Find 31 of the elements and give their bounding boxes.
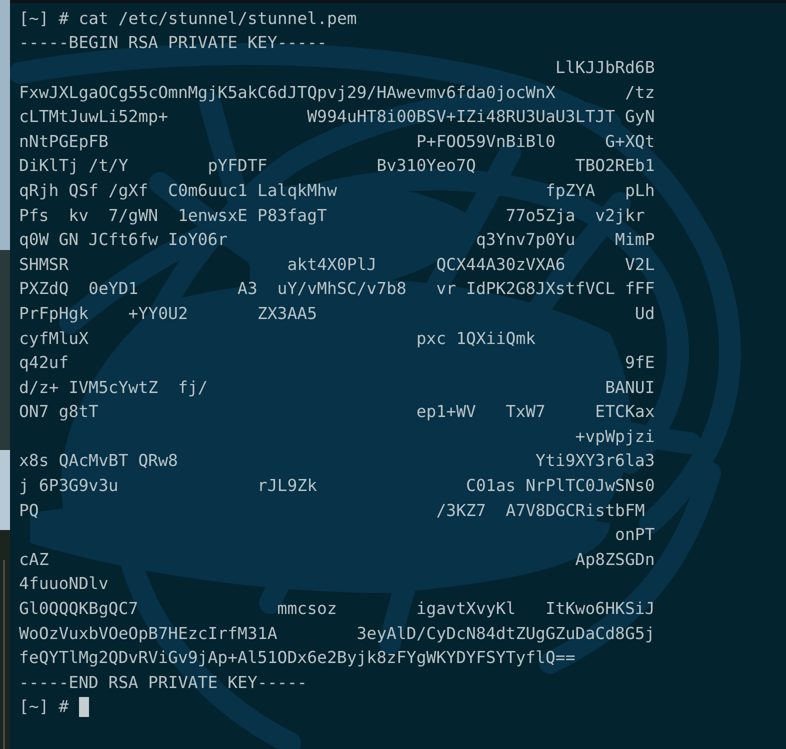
output-line: feQYTlMg2QDvRViGv9jAp+Al51ODx6e2Byjk8zFYgWKYDYFSYTyflQ== (19, 648, 576, 668)
output-line: FxwJXLgaOCg55cOmnMgjK5akC6dJTQpvj29/HAwevmv6fda0jocWnX /tz (19, 82, 655, 102)
output-line: SHMSR akt4X0PlJ QCX44A30zVXA6 V2L (19, 254, 655, 274)
output-line: cAZ Ap8ZSGDn (19, 550, 655, 569)
output-line: +vpWpjzi (574, 426, 655, 446)
output-line: onPT (614, 525, 655, 544)
output-line: nNtPGEpFB P+FOO59VnBiBl0 G+XQt (19, 132, 655, 151)
output-line: q42uf 9fE (19, 353, 655, 372)
output-line: PXZdQ 0eYD1 A3 uY/vMhSC/v7b8 vr IdPK2G8JXstfVCL fFF (19, 279, 655, 298)
output-line: LlKJJbRd6B (554, 58, 655, 77)
output-line: x8s QAcMvBT QRw8 Yti9XY3r6la3 (19, 451, 655, 470)
shell-prompt: [~] # (19, 8, 69, 28)
output-line: WoOzVuxbVOeOpB7HEzcIrfM31A 3eyAlD/CyDcN84dtZUgGZuDaCd8G5j (19, 624, 655, 643)
output-line: PrFpHgk +YY0U2 ZX3AA5 Ud (19, 304, 655, 323)
command-text: cat /etc/stunnel/stunnel.pem (78, 8, 357, 28)
cursor-icon (78, 696, 89, 717)
output-line: j 6P3G9v3u rJL9Zk C01as NrPlTC0JwSNs0 (19, 476, 655, 496)
output-line: d/z+ IVM5cYwtZ fj/ BANUI (19, 378, 655, 397)
output-line: ON7 g8tT ep1+WV TxW7 ETCKax (19, 402, 655, 422)
output-line: DiKlTj /t/Y pYFDTF Bv310Yeo7Q TBO2REb1 (19, 156, 655, 176)
output-line: qRjh QSf /gXf C0m6uuc1 LalqkMhw fpZYA pLh (19, 180, 655, 200)
output-line: cyfMluX pxc 1QXiiQmk (19, 328, 536, 348)
output-line: -----BEGIN RSA PRIVATE KEY----- (19, 33, 327, 52)
output-line: -----END RSA PRIVATE KEY----- (19, 672, 308, 692)
output-line: q0W GN JCft6fw IoY06r q3Ynv7p0Yu MimP (19, 230, 655, 250)
output-line: 4fuuoNDlv (19, 574, 108, 594)
shell-prompt: [~] # (19, 697, 69, 716)
output-line: Pfs kv 7/gWN 1enwsxE P83fagT 77o5Zja v2jkr (19, 206, 645, 225)
output-line: Gl0QQQKBgQC7 mmcsoz igavtXvyKl ItKwo6HKSiJ (19, 599, 655, 618)
output-line: cLTMtJuwLi52mp+ W994uHT8i00BSV+IZi48RU3UaU3LTJT GyN (19, 107, 655, 126)
output-line: PQ /3KZ7 A7V8DGCRistbFM (19, 500, 645, 520)
